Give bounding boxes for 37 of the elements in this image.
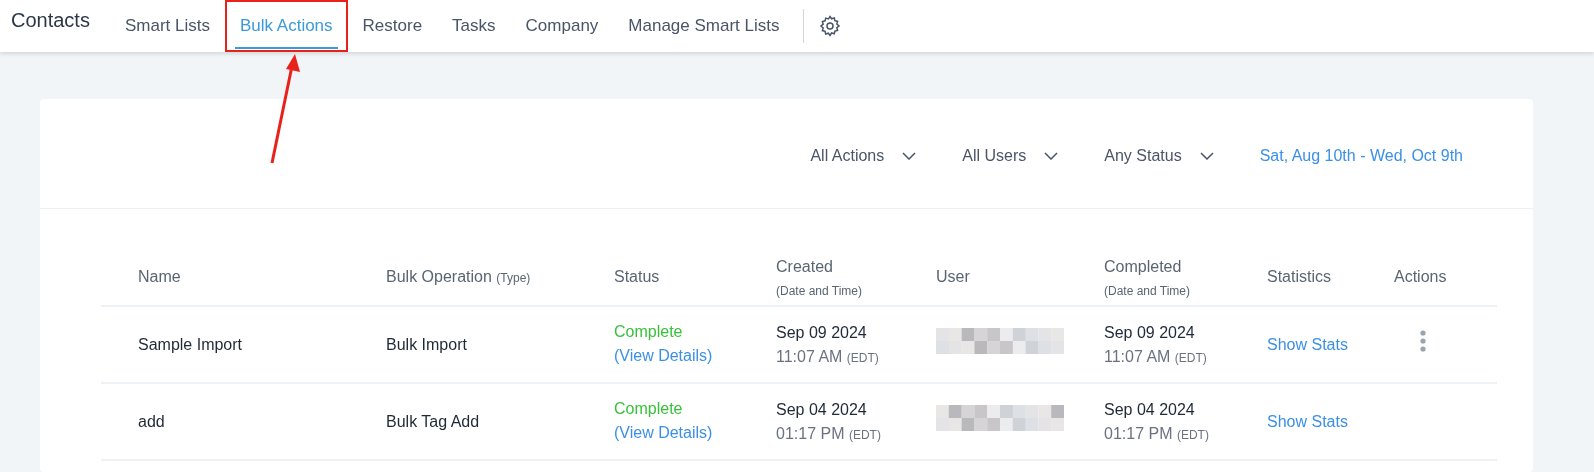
column-header: User — [936, 268, 970, 285]
column-subheader: (Date and Time) — [776, 282, 864, 300]
chevron-down-icon — [1044, 151, 1059, 160]
column-header: Status — [614, 268, 660, 285]
column-header: Created — [776, 257, 833, 275]
app-title: Contacts — [11, 8, 90, 33]
nav-tab[interactable]: Tasks — [437, 0, 511, 52]
chevron-down-icon — [902, 151, 917, 160]
table-cell: Bulk Tag Add — [386, 412, 480, 430]
column-header: Completed — [1104, 257, 1182, 275]
settings-icon[interactable] — [817, 14, 842, 38]
column-subheader: (Date and Time) — [1104, 282, 1192, 300]
nav-tab[interactable]: Smart Lists — [109, 0, 225, 52]
time-text: 11:07 AM (EDT) — [776, 346, 880, 367]
date-text: Sep 09 2024 — [1104, 322, 1196, 343]
time-text: 11:07 AM (EDT) — [1104, 346, 1208, 367]
time-text: 01:17 PM (EDT) — [776, 423, 882, 444]
table-cell: add — [138, 412, 165, 430]
time-text: 01:17 PM (EDT) — [1104, 423, 1210, 444]
table-cell: Sample Import — [138, 335, 243, 353]
date-text: Sep 04 2024 — [776, 399, 868, 420]
nav-tab[interactable]: Company — [510, 0, 614, 52]
nav-tab[interactable]: Manage Smart Lists — [613, 0, 795, 52]
filter-dropdown[interactable]: All Users — [962, 143, 1059, 168]
status-text: Complete — [614, 322, 684, 343]
column-header: Name — [138, 268, 181, 285]
date-text: Sep 09 2024 — [776, 322, 868, 343]
filter-dropdown[interactable]: All Actions — [810, 143, 917, 168]
nav-tab[interactable]: Restore — [347, 0, 438, 52]
filter-dropdown[interactable]: Any Status — [1104, 143, 1214, 168]
column-header: Bulk Operation (Type) — [386, 268, 531, 285]
table-cell: Bulk Import — [386, 335, 467, 353]
column-header: Actions — [1394, 268, 1447, 285]
column-header: Statistics — [1267, 268, 1331, 285]
date-text: Sep 04 2024 — [1104, 399, 1196, 420]
status-text: Complete — [614, 399, 684, 420]
chevron-down-icon — [1199, 151, 1214, 160]
